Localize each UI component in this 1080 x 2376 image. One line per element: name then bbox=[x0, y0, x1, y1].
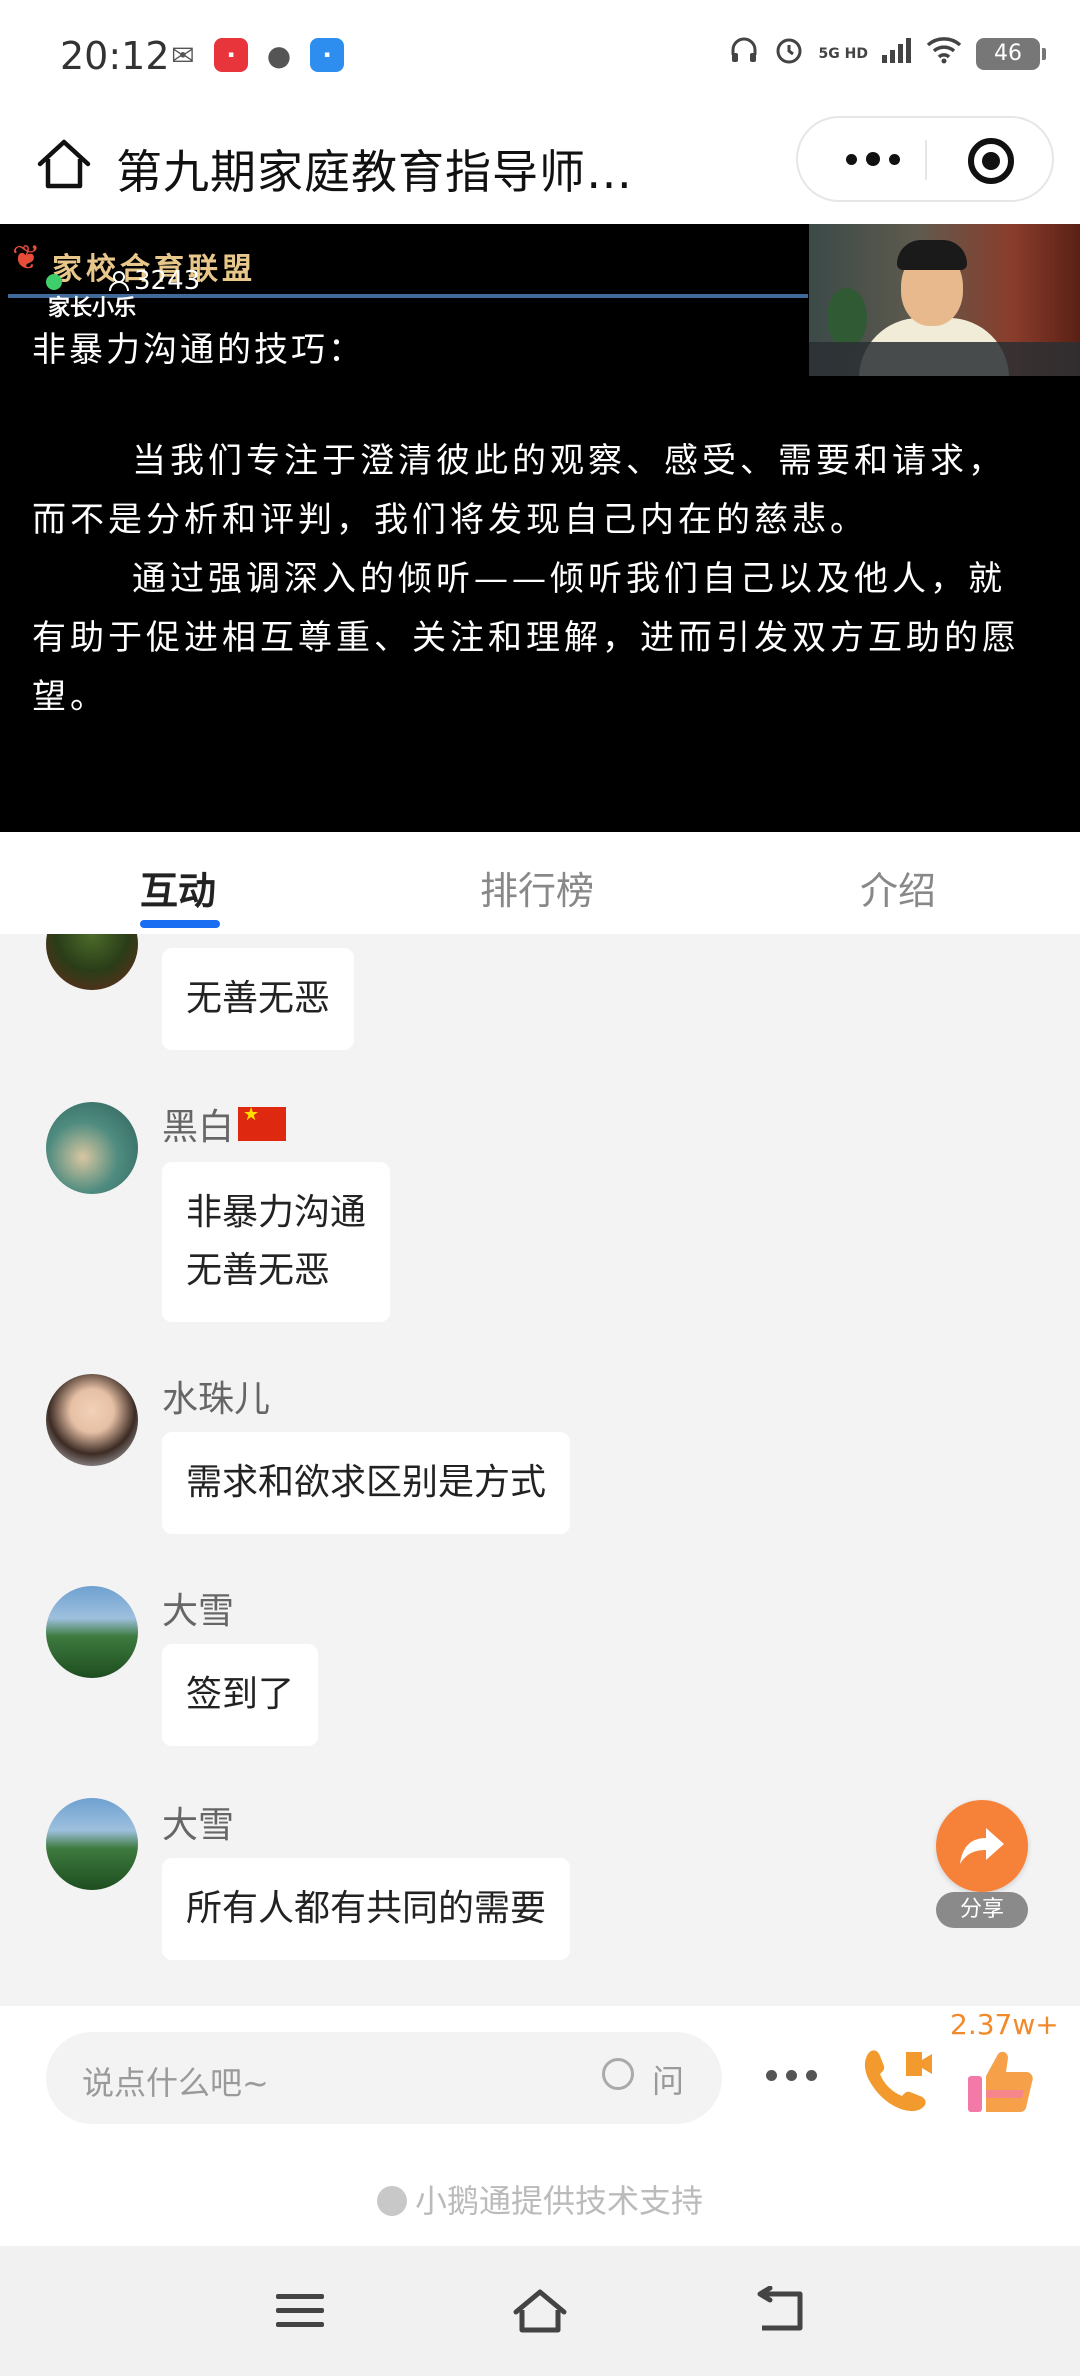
cam-background-plant bbox=[827, 288, 867, 348]
presenter-hair bbox=[897, 240, 967, 270]
xiaohongshu-icon: ▪ bbox=[214, 38, 248, 72]
miniprogram-capsule bbox=[796, 116, 1054, 202]
home-nav-icon[interactable] bbox=[510, 2286, 570, 2336]
slide-heading: 非暴力沟通的技巧： bbox=[32, 330, 365, 370]
live-indicator bbox=[46, 274, 62, 290]
more-menu-button[interactable] bbox=[828, 134, 918, 184]
comment-placeholder: 说点什么吧~ bbox=[82, 2064, 269, 2102]
share-arrow-icon bbox=[960, 1828, 1004, 1864]
signal-icon bbox=[882, 37, 912, 70]
back-icon[interactable] bbox=[750, 2286, 810, 2336]
chat-bubble: 所有人都有共同的需要 bbox=[162, 1858, 571, 1960]
user-icon bbox=[109, 271, 129, 292]
chat-text: 非暴力沟通 bbox=[186, 1192, 367, 1233]
china-flag-icon bbox=[238, 1104, 287, 1141]
slide-subtitle: 家长小乐 bbox=[48, 296, 137, 321]
video-call-icon[interactable] bbox=[858, 2042, 938, 2112]
home-icon[interactable] bbox=[32, 132, 96, 196]
powered-by: 小鹅通提供技术支持 bbox=[0, 2176, 1080, 2222]
dot-icon bbox=[766, 2070, 777, 2081]
xiaoetong-logo-icon bbox=[376, 2186, 407, 2216]
wifi-icon bbox=[926, 36, 962, 71]
avatar[interactable] bbox=[46, 934, 138, 990]
tab-leaderboard[interactable]: 排行榜 bbox=[480, 860, 594, 915]
chat-text: 所有人都有共同的需要 bbox=[186, 1888, 547, 1929]
tab-introduction[interactable]: 介绍 bbox=[860, 860, 936, 915]
more-actions-button[interactable] bbox=[766, 2070, 817, 2081]
ask-question-label[interactable]: 问 bbox=[652, 2056, 684, 2102]
system-nav-bar bbox=[0, 2246, 1080, 2376]
chat-bubble: 签到了 bbox=[162, 1644, 319, 1746]
brand-logo-icon: ❦ bbox=[12, 238, 41, 278]
cam-desk bbox=[809, 342, 1080, 376]
avatar[interactable] bbox=[46, 1586, 138, 1678]
close-miniprogram-button[interactable] bbox=[968, 138, 1014, 184]
powered-by-text: 小鹅通提供技术支持 bbox=[414, 2182, 703, 2220]
dot-icon bbox=[866, 152, 880, 166]
share-button[interactable] bbox=[936, 1800, 1028, 1892]
dot-icon bbox=[786, 2070, 797, 2081]
chat-text: 无善无恶 bbox=[186, 978, 331, 1019]
network-type: 5G HD bbox=[818, 45, 868, 62]
chat-username-text: 黑白 bbox=[162, 1107, 235, 1148]
chat-username: 黑白 bbox=[162, 1098, 287, 1150]
thumbs-up-icon[interactable] bbox=[964, 2046, 1036, 2118]
tab-interaction[interactable]: 互动 bbox=[140, 860, 216, 915]
presenter-camera[interactable] bbox=[809, 224, 1080, 376]
status-notification-icons: ✉ ▪ ● ▪ bbox=[166, 38, 344, 72]
dot-icon bbox=[889, 153, 900, 165]
slide-body: 当我们专注于澄清彼此的观察、感受、需要和请求，而不是分析和评判，我们将发现自己内… bbox=[32, 432, 1042, 727]
menu-icon[interactable] bbox=[270, 2286, 330, 2336]
chat-bubble: 无善无恶 bbox=[162, 948, 355, 1050]
chat-bubble: 非暴力沟通 无善无恶 bbox=[162, 1162, 391, 1322]
chat-username: 大雪 bbox=[162, 1805, 235, 1846]
status-system-icons: 5G HD 46 bbox=[729, 34, 1046, 73]
avatar[interactable] bbox=[46, 1102, 138, 1194]
ask-question-toggle[interactable] bbox=[602, 2058, 634, 2090]
status-bar: 20:12 ✉ ▪ ● ▪ 5G HD 46 bbox=[0, 0, 1080, 112]
share-label[interactable]: 分享 bbox=[936, 1892, 1028, 1928]
chat-text: 需求和欲求区别是方式 bbox=[186, 1462, 547, 1503]
comment-input[interactable]: 说点什么吧~ 问 bbox=[46, 2032, 722, 2124]
active-tab-indicator bbox=[140, 920, 220, 928]
dot-icon bbox=[846, 153, 857, 165]
viewer-count-value: 3243 bbox=[134, 266, 201, 296]
avatar[interactable] bbox=[46, 1374, 138, 1466]
avatar[interactable] bbox=[46, 1798, 138, 1890]
chat-text: 无善无恶 bbox=[186, 1250, 331, 1291]
bottom-input-bar: 说点什么吧~ 问 2.37w+ 小鹅通提供技术支持 bbox=[0, 2006, 1080, 2246]
headphones-icon bbox=[729, 35, 759, 72]
battery-icon: 46 bbox=[976, 37, 1046, 70]
alarm-icon bbox=[773, 34, 805, 73]
message-icon: ● bbox=[266, 38, 292, 72]
page-title: 第九期家庭教育指导师… bbox=[116, 145, 633, 199]
chat-text: 签到了 bbox=[186, 1674, 295, 1715]
title-bar: 第九期家庭教育指导师… bbox=[0, 112, 1080, 224]
status-time: 20:12 bbox=[60, 34, 170, 78]
chat-bubble: 需求和欲求区别是方式 bbox=[162, 1432, 571, 1534]
chat-username: 大雪 bbox=[162, 1591, 235, 1632]
tab-bar: 互动 排行榜 介绍 bbox=[0, 832, 1080, 934]
chat-list[interactable]: 无善无恶 黑白 非暴力沟通 无善无恶 水珠儿 需求和欲求区别是方式 大雪 签到了… bbox=[0, 934, 1080, 2006]
app-icon: ▪ bbox=[310, 38, 344, 72]
wechat-icon: ✉ bbox=[171, 38, 195, 72]
like-count: 2.37w+ bbox=[950, 2008, 1059, 2041]
dot-icon bbox=[806, 2070, 817, 2081]
capsule-divider bbox=[925, 140, 927, 180]
slide-paragraph: 当我们专注于澄清彼此的观察、感受、需要和请求，而不是分析和评判，我们将发现自己内… bbox=[32, 441, 1006, 540]
live-video-player[interactable]: ❦ 家校合育联盟 3243 家长小乐 非暴力沟通的技巧： 当我们专注于澄清彼此的… bbox=[0, 224, 1080, 832]
slide-paragraph: 通过强调深入的倾听——倾听我们自己以及他人，就有助于促进相互尊重、关注和理解，进… bbox=[32, 559, 1020, 717]
chat-username: 水珠儿 bbox=[162, 1379, 271, 1420]
